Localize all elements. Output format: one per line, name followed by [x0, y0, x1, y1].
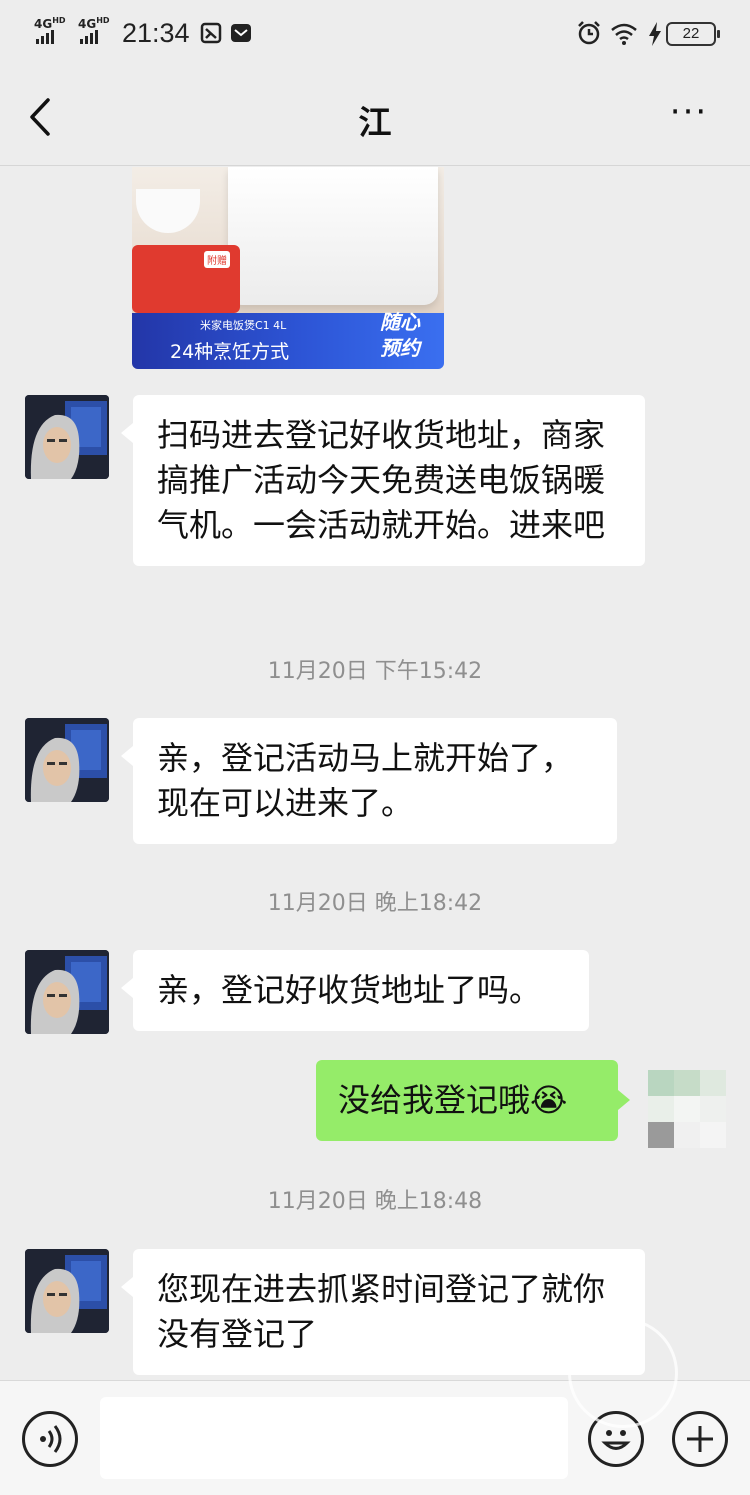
- message-timestamp: 11月20日 下午15:42: [267, 659, 483, 684]
- contact-avatar[interactable]: [25, 395, 109, 479]
- charging-icon: [649, 22, 661, 46]
- avatar-photo: [25, 718, 109, 802]
- message-bubble[interactable]: 您现在进去抓紧时间登记了就你没有登记了: [121, 1249, 645, 1375]
- contact-avatar[interactable]: [25, 1249, 109, 1333]
- avatar-photo: [25, 950, 109, 1034]
- message-input[interactable]: [100, 1397, 568, 1479]
- wifi-icon: [611, 23, 637, 45]
- message-bubble[interactable]: 亲，登记好收货地址了吗。: [121, 950, 589, 1031]
- message-timestamp: 11月20日 晚上18:42: [267, 891, 483, 916]
- message-bubble[interactable]: 扫码进去登记好收货地址，商家搞推广活动今天免费送电饭锅暖气机。一会活动就开始。进…: [121, 395, 645, 566]
- signal-icon: [80, 30, 98, 44]
- avatar-photo: [25, 395, 109, 479]
- chat-title: 江: [358, 103, 392, 142]
- plus-icon[interactable]: [672, 1411, 728, 1467]
- voice-icon[interactable]: [22, 1411, 78, 1467]
- more-icon[interactable]: ···: [664, 95, 714, 136]
- message-bubble[interactable]: 亲，登记活动马上就开始了，现在可以进来了。: [121, 718, 617, 844]
- gift-tag: 附赠: [204, 251, 230, 268]
- message-text: 扫码进去登记好收货地址，商家搞推广活动今天免费送电饭锅暖气机。一会活动就开始。进…: [157, 416, 606, 544]
- message-text: 没给我登记哦😭: [338, 1081, 568, 1119]
- contact-avatar[interactable]: [25, 950, 109, 1034]
- chat-message-list[interactable]: 附赠 米家电饭煲C1 4L 24种烹饪方式 随心 预约 扫码进去登记好收货地址，商…: [0, 167, 750, 1380]
- avatar-photo: [25, 1249, 109, 1333]
- watermark-logo: [568, 1318, 678, 1428]
- message-bubble-outgoing[interactable]: 没给我登记哦😭: [316, 1060, 630, 1141]
- product-stamp: 随心 预约: [380, 310, 420, 360]
- message-timestamp: 11月20日 晚上18:48: [267, 1189, 483, 1214]
- signal-icon: [36, 30, 54, 44]
- chat-header: 江 ···: [0, 70, 750, 166]
- battery-icon: 22: [666, 22, 720, 46]
- sim-icon: [200, 22, 222, 44]
- network-type-2: 4GHD: [78, 16, 110, 31]
- product-feature: 24种烹饪方式: [170, 341, 290, 363]
- product-image-message[interactable]: 附赠 米家电饭煲C1 4L 24种烹饪方式 随心 预约: [132, 167, 444, 369]
- product-model: 米家电饭煲C1 4L: [200, 319, 287, 332]
- message-text: 您现在进去抓紧时间登记了就你没有登记了: [157, 1270, 606, 1353]
- clock: 21:34: [122, 18, 190, 48]
- message-icon: [231, 24, 251, 42]
- contact-avatar[interactable]: [25, 718, 109, 802]
- network-type-1: 4GHD: [34, 16, 66, 31]
- alarm-icon: [578, 21, 600, 45]
- rice-cooker-image: [228, 167, 438, 305]
- message-text: 亲，登记好收货地址了吗。: [157, 971, 542, 1009]
- status-bar: 4GHD 4GHD 21:34 22: [0, 0, 750, 70]
- my-avatar[interactable]: [648, 1070, 726, 1148]
- message-text: 亲，登记活动马上就开始了，现在可以进来了。: [157, 739, 574, 822]
